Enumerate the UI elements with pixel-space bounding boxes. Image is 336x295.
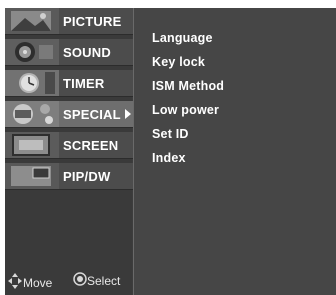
submenu-item-set-id[interactable]: Set ID [152,127,189,141]
main-menu-panel: PICTURE SOUND TIMER SPECIAL SCREEN PIP/D… [5,8,137,295]
submenu-item-index[interactable]: Index [152,151,186,165]
timer-icon [5,70,59,96]
move-label: Move [23,275,53,290]
submenu-item-language[interactable]: Language [152,31,213,45]
special-icon [5,101,59,127]
pip-icon [5,163,59,189]
menu-label-screen: SCREEN [63,138,119,153]
submenu-item-ism-method[interactable]: ISM Method [152,79,224,93]
menu-item-timer[interactable]: TIMER [5,70,134,97]
menu-empty-area [5,190,132,261]
menu-item-sound[interactable]: SOUND [5,39,134,66]
menu-label-timer: TIMER [63,76,105,91]
screen-icon [5,132,59,158]
menu-label-picture: PICTURE [63,14,122,29]
move-arrows-icon [7,272,23,293]
select-hint: Select [73,272,120,289]
menu-item-special[interactable]: SPECIAL [5,101,137,128]
sound-icon [5,39,59,65]
menu-item-picture[interactable]: PICTURE [5,8,134,35]
menu-item-screen[interactable]: SCREEN [5,132,134,159]
menu-label-sound: SOUND [63,45,111,60]
select-button-icon [73,272,87,289]
tv-osd-menu: PICTURE SOUND TIMER SPECIAL SCREEN PIP/D… [5,8,336,295]
submenu-item-key-lock[interactable]: Key lock [152,55,205,69]
menu-label-special: SPECIAL [63,107,121,122]
footer-hints: Move Select [5,270,132,295]
move-hint: Move [7,272,52,293]
select-label: Select [87,273,121,288]
picture-icon [5,8,59,34]
submenu-item-low-power[interactable]: Low power [152,103,219,117]
special-submenu-panel: Language Key lock ISM Method Low power S… [133,8,336,295]
menu-label-pip: PIP/DW [63,169,111,184]
menu-item-pip[interactable]: PIP/DW [5,163,134,190]
selected-arrow-icon [125,109,131,119]
